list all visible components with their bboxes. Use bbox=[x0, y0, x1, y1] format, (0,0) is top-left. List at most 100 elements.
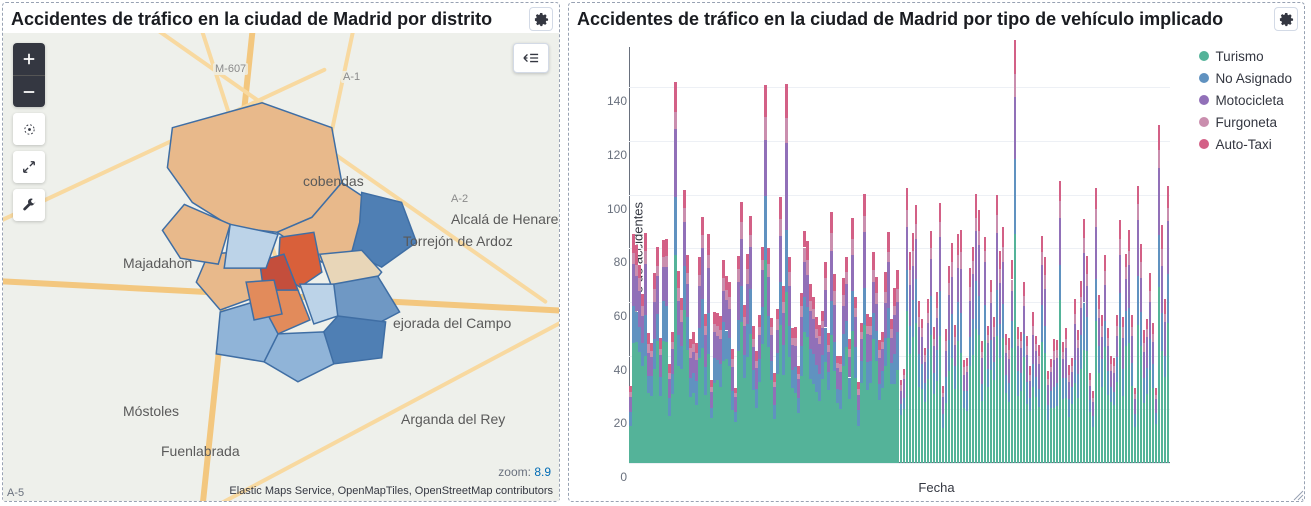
bar-segment[interactable] bbox=[779, 219, 782, 236]
bar-segment[interactable] bbox=[770, 318, 773, 327]
bar-segment[interactable] bbox=[1161, 249, 1164, 266]
bar-segment[interactable] bbox=[875, 293, 878, 304]
bar-segment[interactable] bbox=[1095, 188, 1098, 208]
bar-segment[interactable] bbox=[854, 297, 857, 309]
bar-segment[interactable] bbox=[644, 264, 647, 316]
bar-segment[interactable] bbox=[896, 289, 899, 302]
bar-segment[interactable] bbox=[1149, 291, 1152, 302]
bar-segment[interactable] bbox=[939, 291, 942, 336]
bar-segment[interactable] bbox=[638, 278, 641, 291]
bar-segment[interactable] bbox=[1014, 74, 1017, 97]
bar-segment[interactable] bbox=[996, 195, 999, 215]
bar-segment[interactable] bbox=[728, 309, 731, 338]
bar-segment[interactable] bbox=[930, 231, 933, 249]
bar-segment[interactable] bbox=[665, 306, 668, 341]
bar-segment[interactable] bbox=[833, 274, 836, 291]
bar-segment[interactable] bbox=[875, 304, 878, 331]
bar-segment[interactable] bbox=[1137, 186, 1140, 204]
bar-segment[interactable] bbox=[1128, 251, 1131, 265]
bar-segment[interactable] bbox=[740, 239, 743, 285]
bar-segment[interactable] bbox=[887, 252, 890, 262]
zoom-out-button[interactable] bbox=[13, 75, 45, 107]
bar-segment[interactable] bbox=[1140, 244, 1143, 262]
map-canvas[interactable]: M-607 M-607 A-1 A-2 bbox=[3, 33, 559, 501]
bar-segment[interactable] bbox=[1086, 317, 1089, 351]
tools-button[interactable] bbox=[13, 189, 45, 221]
bar-segment[interactable] bbox=[794, 327, 797, 338]
bar-segment[interactable] bbox=[1044, 257, 1047, 275]
bar-segment[interactable] bbox=[701, 217, 704, 235]
bar-segment[interactable] bbox=[1026, 346, 1029, 354]
bar-segment[interactable] bbox=[1119, 239, 1122, 254]
bar-segment[interactable] bbox=[683, 208, 686, 222]
bar-segment[interactable] bbox=[930, 259, 933, 296]
bar-segment[interactable] bbox=[1167, 274, 1170, 323]
bar-segment[interactable] bbox=[984, 262, 987, 305]
bar-segment[interactable] bbox=[1149, 273, 1152, 290]
bar-segment[interactable] bbox=[960, 313, 963, 353]
bar-segment[interactable] bbox=[665, 267, 668, 307]
bar-segment[interactable] bbox=[951, 277, 954, 314]
bar-segment[interactable] bbox=[1014, 159, 1017, 234]
bar-segment[interactable] bbox=[1119, 255, 1122, 293]
bar-segment[interactable] bbox=[1086, 256, 1089, 274]
bar-segment[interactable] bbox=[1104, 255, 1107, 271]
bar-segment[interactable] bbox=[984, 237, 987, 252]
panel-options-button[interactable] bbox=[529, 7, 553, 31]
bar-segment[interactable] bbox=[707, 234, 710, 255]
bar-segment[interactable] bbox=[915, 224, 918, 239]
bar-segment[interactable] bbox=[906, 210, 909, 227]
bar-segment[interactable] bbox=[1023, 296, 1026, 307]
bar-segment[interactable] bbox=[1044, 275, 1047, 289]
bar-segment[interactable] bbox=[1140, 278, 1143, 313]
bar-segment[interactable] bbox=[1104, 285, 1107, 321]
bar-segment[interactable] bbox=[1032, 326, 1035, 335]
bar-segment[interactable] bbox=[1131, 336, 1134, 363]
bar-segment[interactable] bbox=[677, 271, 680, 288]
fit-bounds-button[interactable] bbox=[13, 113, 45, 145]
bar-segment[interactable] bbox=[1086, 286, 1089, 317]
bar-segment[interactable] bbox=[960, 252, 963, 269]
bar-segment[interactable] bbox=[1167, 208, 1170, 221]
bar-segment[interactable] bbox=[707, 268, 710, 313]
bar-segment[interactable] bbox=[863, 232, 866, 288]
legend-item[interactable]: Turismo bbox=[1199, 45, 1292, 67]
bar-segment[interactable] bbox=[845, 257, 848, 272]
bar-segment[interactable] bbox=[1152, 323, 1155, 334]
bar-segment[interactable] bbox=[939, 222, 942, 237]
bar-segment[interactable] bbox=[1065, 328, 1068, 339]
bar-segment[interactable] bbox=[683, 190, 686, 208]
bar-segment[interactable] bbox=[1098, 295, 1101, 309]
bar-segment[interactable] bbox=[1158, 125, 1161, 150]
bar-segment[interactable] bbox=[686, 255, 689, 273]
bar-segment[interactable] bbox=[1131, 327, 1134, 336]
bar-segment[interactable] bbox=[1026, 336, 1029, 346]
bar-segment[interactable] bbox=[788, 286, 791, 326]
bar-segment[interactable] bbox=[656, 247, 659, 266]
bar-segment[interactable] bbox=[830, 233, 833, 252]
bar-segment[interactable] bbox=[845, 284, 848, 321]
bar-segment[interactable] bbox=[740, 222, 743, 239]
bar-segment[interactable] bbox=[915, 205, 918, 224]
bar-segment[interactable] bbox=[863, 216, 866, 232]
bar-segment[interactable] bbox=[794, 338, 797, 346]
bar-segment[interactable] bbox=[767, 264, 770, 277]
bar-segment[interactable] bbox=[638, 265, 641, 278]
bar-segment[interactable] bbox=[731, 359, 734, 367]
bar-segment[interactable] bbox=[1104, 271, 1107, 285]
bar-segment[interactable] bbox=[960, 269, 963, 313]
bar-segment[interactable] bbox=[872, 252, 875, 270]
bar-segment[interactable] bbox=[749, 235, 752, 247]
bar-segment[interactable] bbox=[851, 218, 854, 239]
bar-segment[interactable] bbox=[764, 140, 767, 197]
bar-segment[interactable] bbox=[896, 332, 899, 370]
bar-segment[interactable] bbox=[1086, 274, 1089, 286]
bar-segment[interactable] bbox=[806, 241, 809, 260]
bar-segment[interactable] bbox=[1002, 262, 1005, 304]
bar-segment[interactable] bbox=[824, 262, 827, 278]
bar-segment[interactable] bbox=[1152, 334, 1155, 342]
bar-segment[interactable] bbox=[812, 297, 815, 309]
bar-segment[interactable] bbox=[665, 239, 668, 256]
bar-segment[interactable] bbox=[1044, 326, 1047, 353]
bar-segment[interactable] bbox=[887, 262, 890, 307]
